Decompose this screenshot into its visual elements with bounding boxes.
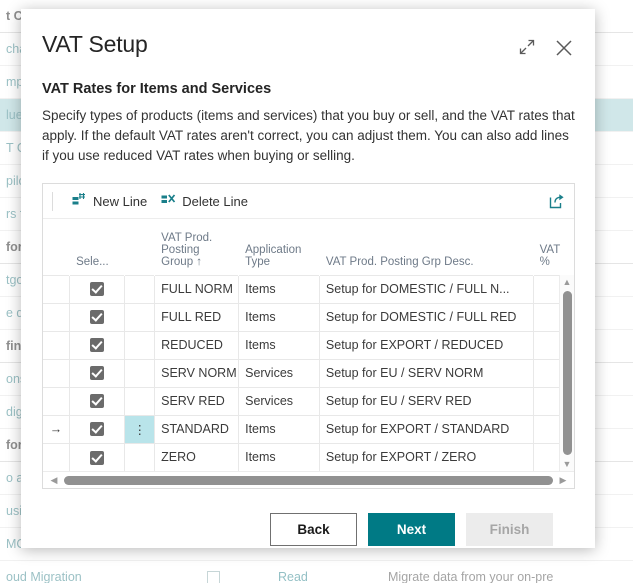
horizontal-scrollbar[interactable]: ◀ ▶ xyxy=(43,471,574,488)
checkmark-icon xyxy=(90,338,105,353)
grid-scroll-area: Sele... VAT Prod. Posting Group ↑ Applic… xyxy=(43,219,575,471)
table-row[interactable]: SERV NORM Services Setup for EU / SERV NOR… xyxy=(43,358,575,387)
row-select-checkbox[interactable] xyxy=(69,386,126,415)
col-header-application-type[interactable]: Application Type xyxy=(238,219,320,275)
delete-line-label: Delete Line xyxy=(182,193,248,209)
row-cell-application-type[interactable]: Items xyxy=(238,330,320,359)
next-button[interactable]: Next xyxy=(368,513,455,546)
row-menu-icon[interactable] xyxy=(124,358,156,387)
page-title: VAT Setup xyxy=(42,31,148,57)
row-cell-posting-group[interactable]: FULL RED xyxy=(154,302,240,331)
scroll-right-icon[interactable]: ▶ xyxy=(556,475,570,486)
row-cell-application-type[interactable]: Items xyxy=(238,274,320,303)
row-arrow-placeholder xyxy=(43,358,71,387)
row-cell-description[interactable]: Setup for EXPORT / ZERO xyxy=(319,442,534,471)
row-menu-icon[interactable] xyxy=(124,386,156,415)
table-row[interactable]: FULL RED Items Setup for DOMESTIC / FULL R… xyxy=(43,302,575,331)
row-cell-description[interactable]: Setup for EU / SERV RED xyxy=(319,386,534,415)
row-cell-description[interactable]: Setup for EXPORT / REDUCED xyxy=(319,330,534,359)
scroll-up-icon[interactable]: ▲ xyxy=(563,275,572,289)
open-in-excel-icon[interactable] xyxy=(548,192,566,210)
vat-setup-dialog: VAT Setup VAT Rates for Items and Servic… xyxy=(21,9,595,548)
row-select-checkbox[interactable] xyxy=(69,302,126,331)
row-selected-arrow-icon: → xyxy=(43,414,71,443)
row-menu-icon[interactable] xyxy=(124,274,156,303)
dialog-footer: Back Next Finish xyxy=(42,513,574,546)
row-cell-application-type[interactable]: Services xyxy=(238,358,320,387)
checkmark-icon xyxy=(90,394,105,409)
col-header-select[interactable]: Sele... xyxy=(69,219,126,275)
row-select-checkbox[interactable] xyxy=(69,414,126,443)
row-cell-description[interactable]: Setup for EXPORT / STANDARD xyxy=(319,414,534,443)
table-header: Sele... VAT Prod. Posting Group ↑ Applic… xyxy=(43,219,575,275)
col-header-description[interactable]: VAT Prod. Posting Grp Desc. xyxy=(318,219,534,275)
vertical-scroll-thumb[interactable] xyxy=(562,291,572,455)
checkmark-icon xyxy=(90,366,105,381)
row-menu-icon[interactable]: ⋮ xyxy=(124,414,156,443)
row-cell-posting-group[interactable]: STANDARD xyxy=(154,414,240,443)
delete-line-icon xyxy=(161,192,176,210)
row-select-checkbox[interactable] xyxy=(69,358,126,387)
new-line-icon xyxy=(72,192,87,210)
checkmark-icon xyxy=(90,310,105,325)
grid-toolbar: New Line Delete Line xyxy=(43,184,574,219)
col-header-vat-percent[interactable]: VAT % xyxy=(532,219,575,275)
row-cell-description[interactable]: Setup for EU / SERV NORM xyxy=(319,358,534,387)
row-cell-posting-group[interactable]: ZERO xyxy=(154,442,240,471)
row-arrow-placeholder xyxy=(43,302,71,331)
row-cell-application-type[interactable]: Items xyxy=(238,414,320,443)
row-cell-posting-group[interactable]: SERV NORM xyxy=(154,358,240,387)
checkmark-icon xyxy=(90,282,105,297)
dialog-header-actions xyxy=(517,31,575,59)
row-select-checkbox[interactable] xyxy=(69,274,126,303)
col-header-dots xyxy=(124,219,156,275)
row-menu-icon[interactable] xyxy=(124,302,156,331)
row-menu-icon[interactable] xyxy=(124,330,156,359)
section-title: VAT Rates for Items and Services xyxy=(42,81,272,97)
toolbar-divider xyxy=(52,191,53,211)
row-cell-posting-group[interactable]: REDUCED xyxy=(154,330,240,359)
row-menu-icon[interactable] xyxy=(124,442,156,471)
table-row[interactable]: FULL NORM Items Setup for DOMESTIC / FULL … xyxy=(43,274,575,303)
delete-line-button[interactable]: Delete Line xyxy=(154,189,255,213)
checkmark-icon xyxy=(90,450,105,465)
row-cell-description[interactable]: Setup for DOMESTIC / FULL RED xyxy=(319,302,534,331)
row-select-checkbox[interactable] xyxy=(69,442,126,471)
dialog-body: VAT Rates for Items and Services Specify… xyxy=(21,59,595,548)
row-cell-posting-group[interactable]: FULL NORM xyxy=(154,274,240,303)
scroll-down-icon[interactable]: ▼ xyxy=(563,457,572,471)
row-cell-description[interactable]: Setup for DOMESTIC / FULL N... xyxy=(319,274,534,303)
table-row[interactable]: REDUCED Items Setup for EXPORT / REDUCED xyxy=(43,330,575,359)
table-row[interactable]: → ⋮ STANDARD Items Setup for EXPORT / STANDA… xyxy=(43,414,575,443)
section-description: Specify types of products (items and ser… xyxy=(42,108,575,163)
close-icon[interactable] xyxy=(553,37,575,59)
vat-rates-table: Sele... VAT Prod. Posting Group ↑ Applic… xyxy=(43,219,575,471)
row-select-checkbox[interactable] xyxy=(69,330,126,359)
row-cell-posting-group[interactable]: SERV RED xyxy=(154,386,240,415)
row-arrow-placeholder xyxy=(43,274,71,303)
row-arrow-placeholder xyxy=(43,386,71,415)
new-line-button[interactable]: New Line xyxy=(65,189,154,213)
row-arrow-placeholder xyxy=(43,442,71,471)
row-cell-application-type[interactable]: Items xyxy=(238,442,320,471)
back-button[interactable]: Back xyxy=(270,513,357,546)
table-row[interactable]: ZERO Items Setup for EXPORT / ZERO xyxy=(43,442,575,471)
dialog-header: VAT Setup xyxy=(21,9,595,59)
col-header-posting-group[interactable]: VAT Prod. Posting Group ↑ xyxy=(154,219,240,275)
table-row[interactable]: SERV RED Services Setup for EU / SERV RED xyxy=(43,386,575,415)
checkmark-icon xyxy=(90,422,105,437)
expand-icon[interactable] xyxy=(517,37,537,59)
table-body: FULL NORM Items Setup for DOMESTIC / FULL … xyxy=(43,274,575,471)
table-header-row: Sele... VAT Prod. Posting Group ↑ Applic… xyxy=(43,219,575,275)
vat-rates-grid-container: New Line Delete Line Sele... VAT Prod. P… xyxy=(42,183,575,489)
finish-button: Finish xyxy=(466,513,553,546)
row-cell-application-type[interactable]: Items xyxy=(238,302,320,331)
new-line-label: New Line xyxy=(93,193,148,209)
row-cell-application-type[interactable]: Services xyxy=(238,386,320,415)
scroll-left-icon[interactable]: ◀ xyxy=(47,475,61,486)
col-header-arrow xyxy=(43,219,71,275)
row-arrow-placeholder xyxy=(43,330,71,359)
vertical-scrollbar[interactable]: ▲ ▼ xyxy=(559,275,574,471)
horizontal-scroll-thumb[interactable] xyxy=(64,475,553,485)
